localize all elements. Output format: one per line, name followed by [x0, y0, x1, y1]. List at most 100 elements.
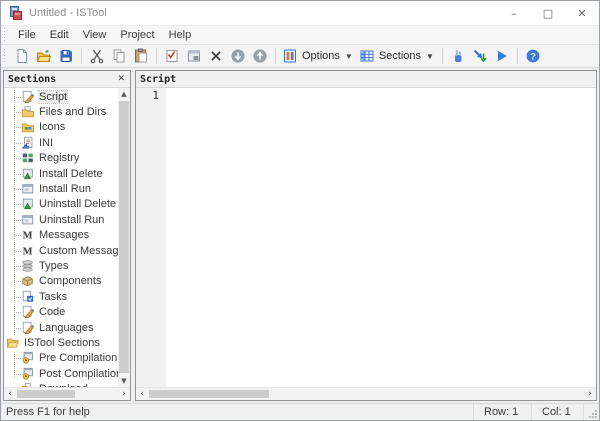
tree-item-ini[interactable]: INI: [4, 135, 118, 150]
window-controls: –□✕: [497, 1, 599, 25]
message-m-icon: M: [21, 228, 35, 242]
run-setup-button[interactable]: [491, 45, 513, 67]
menu-help[interactable]: Help: [162, 27, 199, 43]
close-panel-icon[interactable]: ✕: [116, 74, 126, 84]
tree-item-label: Tasks: [39, 291, 67, 303]
editor-body: 1: [136, 88, 596, 387]
tree-item-post-compilation[interactable]: Post Compilation: [4, 366, 118, 381]
sections-tree-container: ScriptFiles and DirsIcons INI Registry Inst…: [4, 88, 130, 387]
help-circle-icon: ?: [525, 48, 541, 64]
sections-panel-title: Sections: [8, 74, 116, 85]
minimize-button[interactable]: –: [497, 1, 531, 25]
tree-item-install-delete[interactable]: Install Delete: [4, 166, 118, 181]
help-button[interactable]: ?: [522, 45, 544, 67]
script-editor-panel: Script 1 ‹ ›: [135, 70, 597, 401]
install-run-icon: [21, 182, 35, 196]
install-delete-icon: [21, 167, 35, 181]
new-file-button[interactable]: [11, 45, 33, 67]
resize-grip[interactable]: [583, 404, 599, 420]
script-page-icon: [21, 90, 35, 104]
sections-button[interactable]: Sections▼: [357, 45, 438, 67]
close-button[interactable]: ✕: [565, 1, 599, 25]
run-play-icon: [494, 48, 510, 64]
paste-button[interactable]: [130, 45, 152, 67]
tree-item-label: Registry: [39, 152, 79, 164]
toolbar-gripper[interactable]: [4, 49, 7, 63]
compilation-window-icon: [21, 367, 35, 381]
menu-file[interactable]: File: [11, 27, 43, 43]
move-up-circle-icon: [252, 48, 268, 64]
types-disks-icon: [21, 259, 35, 273]
tree-item-components[interactable]: Components: [4, 274, 118, 289]
scroll-up-arrow-icon[interactable]: ▲: [118, 88, 130, 100]
menu-view[interactable]: View: [76, 27, 114, 43]
sidebar-horizontal-scrollbar[interactable]: ‹ ›: [4, 387, 130, 400]
menu-edit[interactable]: Edit: [43, 27, 76, 43]
move-up-button[interactable]: [249, 45, 271, 67]
tree-item-label: Pre Compilation S: [39, 352, 118, 364]
tree-item-tasks[interactable]: Tasks: [4, 289, 118, 304]
tree-item-label: Components: [39, 275, 101, 287]
entry-form-icon: [186, 48, 202, 64]
tree-item-custom-message[interactable]: MCustom Message: [4, 243, 118, 258]
title-bar: Untitled - ISTool –□✕: [1, 1, 599, 25]
tree-item-types[interactable]: Types: [4, 258, 118, 273]
code-editor-area[interactable]: [166, 88, 596, 387]
editor-horizontal-scroll-thumb[interactable]: [149, 390, 269, 398]
maximize-button[interactable]: □: [531, 1, 565, 25]
toolbar-separator: [156, 48, 157, 64]
entry-properties-button[interactable]: [183, 45, 205, 67]
delete-entry-button[interactable]: [205, 45, 227, 67]
sidebar-horizontal-scroll-thumb[interactable]: [17, 390, 75, 398]
tree-item-label: INI: [39, 137, 53, 149]
tree-item-registry[interactable]: Registry: [4, 151, 118, 166]
cut-button[interactable]: [86, 45, 108, 67]
status-bar: Press F1 for help Row: 1 Col: 1: [1, 403, 599, 420]
tree-item-label: Custom Message: [39, 245, 118, 257]
scroll-down-arrow-icon[interactable]: ▼: [118, 375, 130, 387]
tree-item-icons[interactable]: Icons: [4, 120, 118, 135]
tree-item-uninstall-run[interactable]: Uninstall Run: [4, 212, 118, 227]
tree-item-label: Uninstall Run: [39, 214, 104, 226]
tree-item-istool-sections[interactable]: ISTool Sections: [4, 335, 118, 350]
move-down-circle-icon: [230, 48, 246, 64]
tree-item-label: Messages: [39, 229, 89, 241]
options-button[interactable]: Options▼: [280, 45, 357, 67]
app-window: Untitled - ISTool –□✕ FileEditViewProjec…: [0, 0, 600, 421]
toolbar-separator: [275, 48, 276, 64]
tree-item-languages[interactable]: Languages: [4, 320, 118, 335]
tree-item-code[interactable]: Code: [4, 304, 118, 319]
tree-item-pre-compilation-s[interactable]: Pre Compilation S: [4, 351, 118, 366]
scroll-right-arrow-icon[interactable]: ›: [584, 388, 596, 400]
scroll-left-arrow-icon[interactable]: ‹: [4, 388, 16, 400]
tree-item-script[interactable]: Script: [4, 89, 118, 104]
vertical-scrollbar[interactable]: ▲ ▼: [118, 88, 130, 387]
menu-project[interactable]: Project: [113, 27, 161, 43]
tree-item-label: ISTool Sections: [24, 337, 100, 349]
components-box-icon: [21, 274, 35, 288]
tree-item-uninstall-delete[interactable]: Uninstall Delete: [4, 197, 118, 212]
toolbar: Options▼Sections▼?: [1, 44, 599, 68]
test-setup-button[interactable]: [469, 45, 491, 67]
tree-item-install-run[interactable]: Install Run: [4, 181, 118, 196]
vertical-scroll-thumb[interactable]: [119, 101, 129, 373]
tree-item-messages[interactable]: M Messages: [4, 228, 118, 243]
copy-button[interactable]: [108, 45, 130, 67]
script-page-icon: [21, 305, 35, 319]
menubar-gripper[interactable]: [4, 28, 7, 42]
edit-entry-button[interactable]: [161, 45, 183, 67]
save-file-button[interactable]: [55, 45, 77, 67]
tree-item-files-and-dirs[interactable]: Files and Dirs: [4, 104, 118, 119]
move-down-button[interactable]: [227, 45, 249, 67]
scroll-left-arrow-icon[interactable]: ‹: [136, 388, 148, 400]
open-file-button[interactable]: [33, 45, 55, 67]
sections-table-icon: [359, 48, 375, 64]
toolbar-separator: [442, 48, 443, 64]
scroll-right-arrow-icon[interactable]: ›: [118, 388, 130, 400]
editor-header: Script: [136, 71, 596, 88]
tasks-check-icon: [21, 290, 35, 304]
options-window-icon: [282, 48, 298, 64]
new-document-icon: [14, 48, 30, 64]
editor-horizontal-scrollbar[interactable]: ‹ ›: [136, 387, 596, 400]
compile-setup-button[interactable]: [447, 45, 469, 67]
